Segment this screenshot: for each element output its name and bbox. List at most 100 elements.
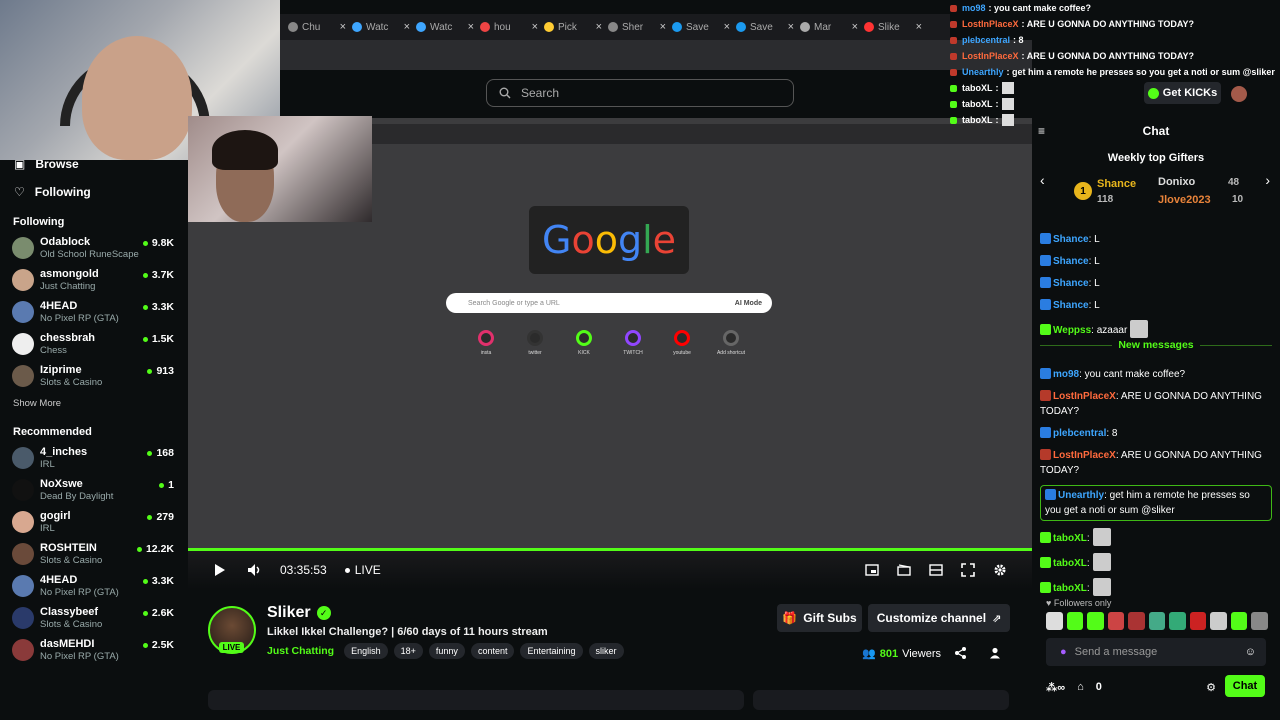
sidebar-channel[interactable]: ROSHTEIN Slots & Casino 12.2K [0,538,188,570]
chat-settings-icon[interactable]: ⚙ [1206,681,1216,694]
overlay-chat-line: LostInPlaceX: ARE U GONNA DO ANYTHING TO… [950,16,1280,32]
chat-emote-icon [1092,528,1111,546]
fullscreen-icon[interactable] [960,562,976,578]
browser-tab[interactable]: Slike × [864,21,922,33]
pip-icon[interactable] [864,562,880,578]
tab-favicon-icon [864,22,874,32]
browser-tab[interactable]: Save × [736,21,794,33]
chat-username[interactable]: taboXL [1053,583,1087,594]
sidebar-nav-following[interactable]: ♡ Following [0,178,188,206]
close-tab-icon[interactable]: × [340,21,346,33]
chat-username[interactable]: taboXL [1053,533,1087,544]
emote-icon[interactable] [1046,612,1063,630]
emote-icon[interactable] [1169,612,1186,630]
chat-username[interactable]: Unearthly [1058,490,1104,501]
mic-icon[interactable]: ● [1060,646,1067,658]
sidebar-channel[interactable]: asmongold Just Chatting 3.7K [0,264,188,296]
chat-username[interactable]: LostInPlaceX [1053,391,1116,402]
chat-username[interactable]: plebcentral [1053,428,1106,439]
customize-channel-label: Customize channel [876,611,987,625]
stream-tag[interactable]: content [470,643,515,659]
browser-tab[interactable]: Chu × [288,21,346,33]
emote-icon[interactable] [1210,612,1227,630]
close-tab-icon[interactable]: × [852,21,858,33]
close-tab-icon[interactable]: × [596,21,602,33]
chat-send-button[interactable]: Chat [1225,675,1265,697]
close-tab-icon[interactable]: × [468,21,474,33]
chat-username[interactable]: Shance [1053,278,1089,289]
emote-icon[interactable] [1189,612,1207,630]
stream-tag[interactable]: English [344,643,388,659]
search-input[interactable]: Search [486,79,794,107]
get-kicks-button[interactable]: Get KICKs [1144,82,1221,104]
streamer-name[interactable]: Sliker ✓ [267,604,331,622]
close-tab-icon[interactable]: × [724,21,730,33]
emote-icon[interactable] [1251,612,1269,630]
emote-icon[interactable] [1066,612,1084,630]
channel-name: 4_inches [40,445,88,458]
emote-icon[interactable] [1128,612,1145,630]
kick-store-icon[interactable]: ⌂ [1077,681,1084,693]
theater-mode-icon[interactable] [928,562,944,578]
sidebar-channel[interactable]: Classybeef Slots & Casino 2.6K [0,602,188,634]
emote-icon[interactable] [1107,612,1125,630]
chat-username[interactable]: Shance [1053,300,1089,311]
chat-username[interactable]: Shance [1053,256,1089,267]
sidebar-channel[interactable]: Iziprime Slots & Casino 913 [0,360,188,392]
sidebar-channel[interactable]: 4HEAD No Pixel RP (GTA) 3.3K [0,570,188,602]
close-tab-icon[interactable]: × [532,21,538,33]
chat-username[interactable]: Shance [1053,234,1089,245]
user-settings-icon[interactable] [989,647,1002,662]
emote-icon[interactable] [1087,612,1104,630]
stream-category-link[interactable]: Just Chatting [267,645,334,657]
settings-gear-icon[interactable] [992,562,1008,578]
stream-tag[interactable]: 18+ [393,643,423,659]
emote-icon[interactable] [1148,612,1166,630]
browser-tab[interactable]: Mar × [800,21,858,33]
chat-username[interactable]: mo98 [1053,369,1079,380]
stream-tag[interactable]: funny [428,643,465,659]
close-tab-icon[interactable]: × [660,21,666,33]
volume-icon[interactable] [246,562,262,578]
collapse-chat-icon[interactable]: ≡ [1038,120,1045,142]
sidebar-channel[interactable]: 4HEAD No Pixel RP (GTA) 3.3K [0,296,188,328]
browser-tab[interactable]: Watc × [416,21,474,33]
browser-tab[interactable]: Watc × [352,21,410,33]
play-icon[interactable] [212,562,228,578]
chat-message: taboXL: [1040,528,1272,546]
gift-subs-button[interactable]: 🎁 Gift Subs [777,604,862,632]
sidebar-channel[interactable]: dasMEHDI No Pixel RP (GTA) 2.5K [0,634,188,666]
sidebar-channel[interactable]: NoXswe Dead By Daylight 1 [0,474,188,506]
browser-tab[interactable]: Save × [672,21,730,33]
browser-tab[interactable]: hou × [480,21,538,33]
sidebar-channel[interactable]: Odablock Old School RuneScape 9.8K [0,232,188,264]
chevron-left-icon[interactable]: ‹ [1040,172,1045,188]
emoji-icon[interactable]: ☺ [1245,646,1256,658]
browser-tab[interactable]: Pick × [544,21,602,33]
chat-username[interactable]: Weppss [1053,325,1091,336]
close-tab-icon[interactable]: × [404,21,410,33]
channel-name: gogirl [40,509,71,522]
close-tab-icon[interactable]: × [916,21,922,33]
chat-username[interactable]: LostInPlaceX [1053,450,1116,461]
stream-tag[interactable]: Entertaining [520,643,583,659]
show-more-link[interactable]: Show More [0,392,188,416]
emote-icon[interactable] [1230,612,1248,630]
close-tab-icon[interactable]: × [788,21,794,33]
user-avatar[interactable] [1231,86,1247,102]
viewer-count-value: 2.6K [151,607,174,619]
stream-tag[interactable]: sliker [588,643,624,659]
new-messages-divider[interactable]: New messages [1040,339,1272,357]
shortcut-label: twitter [528,350,542,356]
customize-channel-button[interactable]: Customize channel ⇗ [868,604,1010,632]
community-icon[interactable]: ⁂∞ [1046,681,1065,694]
clip-icon[interactable] [896,562,912,578]
sidebar-channel[interactable]: chessbrah Chess 1.5K [0,328,188,360]
send-message-input[interactable]: ● Send a message ☺ [1046,638,1266,666]
sidebar-channel[interactable]: 4_inches IRL 168 [0,442,188,474]
sidebar-channel[interactable]: gogirl IRL 279 [0,506,188,538]
chat-username[interactable]: taboXL [1053,558,1087,569]
browser-tab[interactable]: Sher × [608,21,666,33]
share-icon[interactable] [954,647,966,662]
chevron-right-icon[interactable]: › [1265,172,1270,188]
